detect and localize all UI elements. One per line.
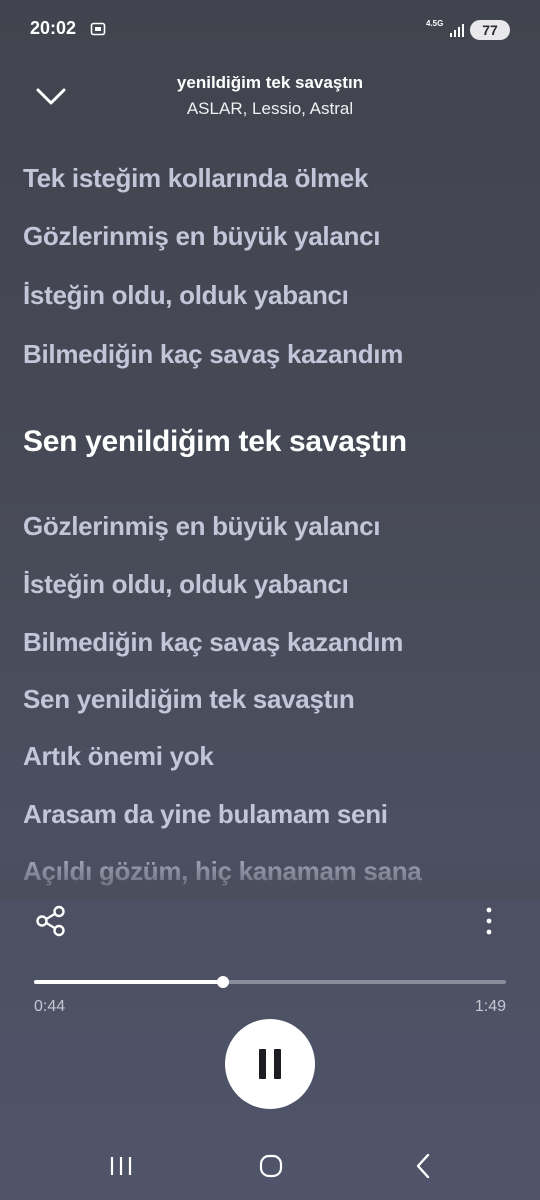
lyric-line[interactable]: Bilmediğin kaç savaş kazandım (23, 627, 403, 658)
status-bar: 20:02 4.5G 77 (0, 0, 540, 60)
pause-icon (259, 1049, 266, 1079)
battery-level: 77 (482, 22, 498, 38)
lyric-line[interactable]: Açıldı gözüm, hiç kanamam sana (23, 856, 422, 887)
signal-icon (450, 24, 464, 37)
status-time: 20:02 (30, 18, 77, 38)
lyric-line[interactable]: Tek isteğim kollarında ölmek (23, 163, 368, 194)
battery-indicator: 77 (470, 20, 510, 40)
more-vertical-icon[interactable] (478, 904, 500, 938)
system-nav-bar (0, 1135, 540, 1200)
pause-icon (274, 1049, 281, 1079)
pause-button[interactable] (225, 1019, 315, 1109)
lyric-line-current[interactable]: Sen yenildiğim tek savaştın (23, 425, 407, 459)
progress-thumb[interactable] (216, 976, 229, 988)
lyric-line[interactable]: Gözlerinmiş en büyük yalancı (23, 511, 380, 542)
song-title: yenildiğim tek savaştın (176, 73, 364, 92)
share-icon[interactable] (34, 904, 68, 938)
home-icon[interactable] (259, 1154, 283, 1178)
lyric-line[interactable]: Arasam da yine bulamam seni (23, 799, 388, 830)
progress-fill (34, 980, 223, 984)
total-time: 1:49 (474, 998, 506, 1015)
lyrics-panel[interactable]: Tek isteğim kollarında ölmek Gözlerinmiş … (23, 150, 523, 890)
lyric-line[interactable]: Artık önemi yok (23, 741, 214, 772)
back-icon[interactable] (413, 1153, 433, 1179)
song-artists: ASLAR, Lessio, Astral (186, 99, 354, 118)
lyric-line[interactable]: Bilmediğin kaç savaş kazandım (23, 339, 403, 370)
elapsed-time: 0:44 (34, 998, 66, 1015)
lyric-line[interactable]: İsteğin oldu, olduk yabancı (23, 280, 349, 311)
screen-record-icon (90, 22, 106, 36)
lyric-line[interactable]: Sen yenildiğim tek savaştın (23, 684, 355, 715)
lyric-line[interactable]: Gözlerinmiş en büyük yalancı (23, 221, 380, 252)
player-header: yenildiğim tek savaştın ASLAR, Lessio, A… (0, 60, 540, 140)
network-type: 4.5G (426, 19, 444, 28)
progress-bar[interactable] (34, 976, 506, 988)
recent-apps-icon[interactable] (108, 1155, 134, 1177)
lyric-line[interactable]: İsteğin oldu, olduk yabancı (23, 569, 349, 600)
